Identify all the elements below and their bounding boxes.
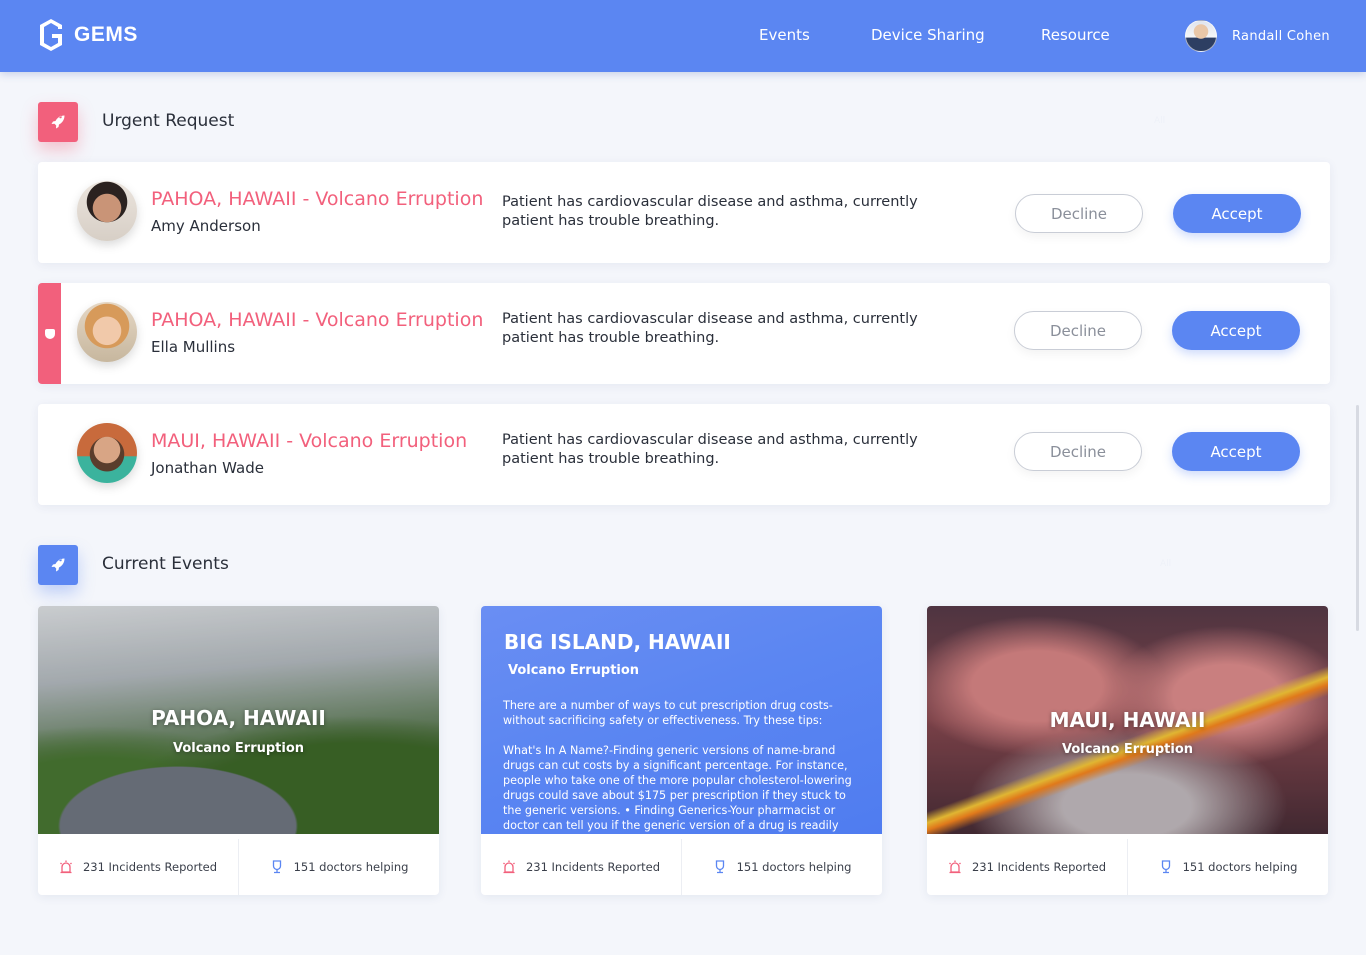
doctors-count: 151 doctors helping xyxy=(293,860,409,874)
event-title: BIG ISLAND, HAWAII xyxy=(504,630,731,654)
doctor-icon xyxy=(1161,860,1170,874)
request-card: PAHOA, HAWAII - Volcano Erruption Amy An… xyxy=(38,162,1330,263)
request-location[interactable]: PAHOA, HAWAII - Volcano Erruption xyxy=(151,309,483,331)
incidents-count: 231 Incidents Reported xyxy=(82,860,218,874)
event-stats: 231 Incidents Reported 151 doctors helpi… xyxy=(927,839,1328,895)
doctors-count: 151 doctors helping xyxy=(736,860,852,874)
patient-avatar xyxy=(77,302,137,362)
event-card[interactable]: PAHOA, HAWAII Volcano Erruption 231 Inci… xyxy=(38,606,439,895)
request-card: MAUI, HAWAII - Volcano Erruption Jonatha… xyxy=(38,404,1330,505)
urgent-see-all-link[interactable]: All xyxy=(1154,116,1165,126)
event-subtitle: Volcano Erruption xyxy=(508,663,640,678)
urgent-flag xyxy=(38,283,61,384)
event-image: MAUI, HAWAII Volcano Erruption xyxy=(927,606,1328,834)
rocket-icon xyxy=(38,102,78,142)
doctors-stat: 151 doctors helping xyxy=(238,839,439,895)
doctor-icon xyxy=(272,860,281,874)
request-card: PAHOA, HAWAII - Volcano Erruption Ella M… xyxy=(38,283,1330,384)
top-navbar: GEMS Events Device Sharing Resource Rand… xyxy=(0,0,1366,72)
event-stats: 231 Incidents Reported 151 doctors helpi… xyxy=(481,839,882,895)
nav-device-sharing[interactable]: Device Sharing xyxy=(871,26,985,44)
patient-name: Amy Anderson xyxy=(151,217,261,235)
accept-button[interactable]: Accept xyxy=(1172,311,1300,350)
event-image: PAHOA, HAWAII Volcano Erruption xyxy=(38,606,439,834)
event-subtitle: Volcano Erruption xyxy=(172,741,305,756)
gems-logo-icon xyxy=(40,19,62,51)
incidents-count: 231 Incidents Reported xyxy=(971,860,1107,874)
siren-icon xyxy=(949,860,961,874)
rocket-icon xyxy=(38,545,78,585)
nav-events[interactable]: Events xyxy=(759,26,810,44)
patient-avatar xyxy=(77,181,137,241)
event-subtitle: Volcano Erruption xyxy=(1061,742,1194,757)
patient-name: Ella Mullins xyxy=(151,338,236,356)
event-image: BIG ISLAND, HAWAII Volcano Erruption The… xyxy=(481,606,882,834)
doctors-stat: 151 doctors helping xyxy=(1127,839,1328,895)
event-title: MAUI, HAWAII xyxy=(1049,708,1206,732)
event-card[interactable]: BIG ISLAND, HAWAII Volcano Erruption The… xyxy=(481,606,882,895)
incidents-stat: 231 Incidents Reported xyxy=(38,839,238,895)
doctors-stat: 151 doctors helping xyxy=(681,839,882,895)
request-description: Patient has cardiovascular disease and a… xyxy=(502,432,918,467)
accept-button[interactable]: Accept xyxy=(1173,194,1301,233)
event-stats: 231 Incidents Reported 151 doctors helpi… xyxy=(38,839,439,895)
event-description: There are a number of ways to cut prescr… xyxy=(503,699,852,832)
request-location[interactable]: PAHOA, HAWAII - Volcano Erruption xyxy=(151,188,483,210)
brand-name: GEMS xyxy=(74,23,138,46)
decline-button[interactable]: Decline xyxy=(1014,432,1142,471)
urgent-request-title: Urgent Request xyxy=(102,111,235,131)
accept-button[interactable]: Accept xyxy=(1172,432,1300,471)
event-title: PAHOA, HAWAII xyxy=(151,706,326,730)
decline-button[interactable]: Decline xyxy=(1014,311,1142,350)
doctor-icon xyxy=(715,860,724,874)
incidents-count: 231 Incidents Reported xyxy=(525,860,661,874)
page-scrollbar[interactable] xyxy=(1356,405,1359,631)
current-events-title: Current Events xyxy=(102,554,229,574)
siren-icon xyxy=(60,860,72,874)
request-description: Patient has cardiovascular disease and a… xyxy=(502,194,918,229)
request-description: Patient has cardiovascular disease and a… xyxy=(502,311,918,346)
patient-name: Jonathan Wade xyxy=(151,459,264,477)
decline-button[interactable]: Decline xyxy=(1015,194,1143,233)
request-location[interactable]: MAUI, HAWAII - Volcano Erruption xyxy=(151,430,467,452)
patient-avatar xyxy=(77,423,137,483)
incidents-stat: 231 Incidents Reported xyxy=(927,839,1127,895)
nav-resource[interactable]: Resource xyxy=(1041,26,1110,44)
incidents-stat: 231 Incidents Reported xyxy=(481,839,681,895)
events-see-all-link[interactable]: All xyxy=(1160,559,1171,569)
siren-icon xyxy=(503,860,515,874)
user-menu[interactable]: Randall Cohen xyxy=(1185,20,1330,52)
brand-logo[interactable]: GEMS xyxy=(38,18,138,52)
doctors-count: 151 doctors helping xyxy=(1182,860,1298,874)
user-name: Randall Cohen xyxy=(1232,28,1330,44)
alert-icon xyxy=(44,328,55,339)
event-card[interactable]: MAUI, HAWAII Volcano Erruption 231 Incid… xyxy=(927,606,1328,895)
user-avatar xyxy=(1185,20,1217,52)
